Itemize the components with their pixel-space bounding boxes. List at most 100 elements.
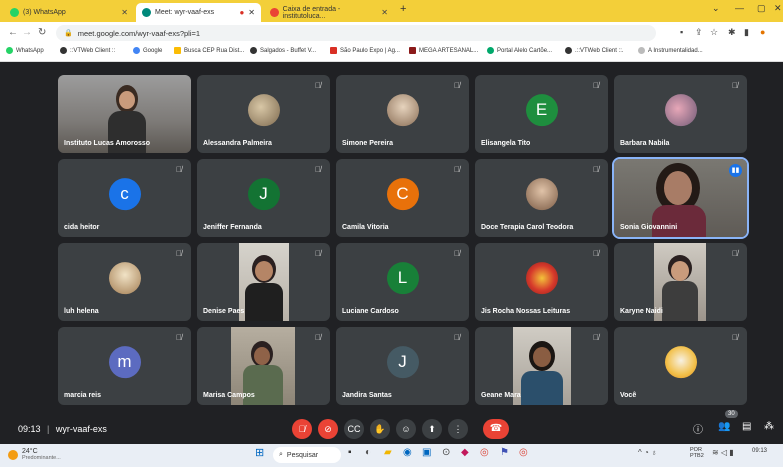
mic-off-icon: 🎙̸ [315,81,321,90]
recording-dot-icon: ● [239,8,245,17]
mic-off-icon: 🎙̸ [732,333,738,342]
avatar: L [386,262,419,295]
reload-icon[interactable]: ↻ [38,27,46,38]
minimize-icon[interactable]: — [735,3,744,13]
participant-tile[interactable]: Instituto Lucas Amorosso [58,75,191,153]
participant-tile[interactable]: 🎙̸ Karyne Naidi [614,243,747,321]
participant-tile[interactable]: 🎙̸ Barbara Nabila [614,75,747,153]
new-tab-button[interactable]: + [400,3,406,15]
tab-meet[interactable]: Meet: wyr-vaaf-exs ● ✕ [136,3,261,22]
participant-name: Geane Mara [481,392,521,399]
participant-tile[interactable]: 🎙̸ Simone Pereira [336,75,469,153]
extensions-icon[interactable]: ✱ [728,27,736,38]
network-volume-battery-icons[interactable]: ≋ ◁ ▮ [712,448,734,457]
chat-app-icon[interactable]: ◐ [365,447,371,458]
maximize-icon[interactable]: ▢ [757,3,766,14]
mcafee-icon[interactable]: ◆ [461,447,469,458]
mic-off-icon: 🎙̸ [315,165,321,174]
share-icon[interactable]: ⇪ [695,27,703,38]
bookmark-item[interactable]: A Instrumentalidad... [638,47,703,54]
star-icon[interactable]: ☆ [710,27,718,38]
url-field[interactable]: 🔒 meet.google.com/wyr-vaaf-exs?pli=1 [56,25,656,41]
profile-avatar-icon[interactable]: ● [760,27,765,37]
edge-icon[interactable]: ◉ [403,447,412,458]
participant-video [513,327,571,405]
speaking-indicator-icon: ▮▮ [729,164,742,177]
participant-tile[interactable]: 🎙̸ Alessandra Palmeira [197,75,330,153]
sidepanel-icon[interactable]: ▮ [744,27,749,38]
participant-tile[interactable]: 🎙̸ Geane Mara [475,327,608,405]
participant-tile[interactable]: J 🎙̸ Jandira Santas [336,327,469,405]
close-icon[interactable]: ✕ [381,8,388,17]
chrome-icon[interactable]: ◎ [480,447,489,458]
participant-tile[interactable]: 🎙̸ Denise Paes [197,243,330,321]
participant-tile[interactable]: m 🎙̸ marcia reis [58,327,191,405]
camera-toggle-button[interactable]: ⊘ [318,419,338,439]
search-icon: ⌕ [279,451,283,458]
participant-tile[interactable]: c 🎙̸ cida heitor [58,159,191,237]
close-window-icon[interactable]: ✕ [774,3,782,14]
store-icon[interactable]: ▣ [422,447,431,458]
chevron-down-icon[interactable]: ⌄ [712,3,720,14]
bookmark-item[interactable]: WhatsApp [6,47,44,54]
clock[interactable]: 09:13 [752,448,767,454]
tab-gmail[interactable]: Caixa de entrada - institutoluca... ✕ [264,3,394,22]
bookmark-item[interactable]: Busca CEP Rua Dist... [174,47,244,54]
taskbar-search[interactable]: ⌕ Pesquisar [273,447,341,463]
bookmark-item[interactable]: Portal Alelo Cartõe... [487,47,552,54]
participant-tile[interactable]: L 🎙̸ Luciane Cardoso [336,243,469,321]
camera-icon[interactable]: ▪ [680,27,683,37]
dell-icon[interactable]: ⊙ [442,447,450,458]
participant-tile[interactable]: 🎙̸ Doce Terapia Carol Teodora [475,159,608,237]
people-icon[interactable]: 👥 [718,421,730,432]
avatar: c [108,178,141,211]
end-call-button[interactable]: ☎ [483,419,509,439]
close-icon[interactable]: ✕ [121,8,128,17]
more-options-button[interactable]: ⋮ [448,419,468,439]
participant-tile[interactable]: C 🎙̸ Camila Vitoria [336,159,469,237]
mic-off-icon: 🎙̸ [732,249,738,258]
tab-whatsapp[interactable]: (3) WhatsApp ✕ [4,3,134,22]
expo-icon [330,47,337,54]
captions-button[interactable]: CC [344,419,364,439]
bookmark-item[interactable]: .::VTWeb Client ::. [565,47,624,54]
mic-off-icon: 🎙̸ [176,249,182,258]
weather-widget[interactable]: 24°C Predominante... [8,448,61,462]
bookmark-item[interactable]: Salgados - Buffet V... [250,47,316,54]
participant-name: Jeniffer Fernanda [203,224,262,231]
meeting-code: wyr-vaaf-exs [55,424,107,434]
bookmark-label: ::VTWeb Client :: [70,47,116,54]
chrome-profile-icon[interactable]: ◎ [519,447,528,458]
participant-tile[interactable]: 🎙̸ Marisa Campos [197,327,330,405]
participant-tile[interactable]: 🎙̸ luh helena [58,243,191,321]
bookmark-item[interactable]: São Paulo Expo | Ag... [330,47,400,54]
bookmark-item[interactable]: Google [133,47,162,54]
bookmark-item[interactable]: MEGA ARTESANAL... [409,47,478,54]
participant-tile[interactable]: J 🎙̸ Jeniffer Fernanda [197,159,330,237]
participant-tile[interactable]: E 🎙̸ Elisangela Tito [475,75,608,153]
bookmark-label: Portal Alelo Cartõe... [497,47,553,54]
bookmark-item[interactable]: ::VTWeb Client :: [60,47,115,54]
task-view-icon[interactable]: ▪ [348,447,352,458]
windows-start-icon[interactable]: ⊞ [255,446,264,459]
meeting-info: 09:13 | wyr-vaaf-exs [18,424,107,434]
participant-tile[interactable]: 🎙̸ Você [614,327,747,405]
participant-count-badge: 30 [725,410,738,418]
info-icon[interactable]: ⓘ [693,421,703,436]
participant-tile[interactable]: 🎙̸ Jis Rocha Nossas Leituras [475,243,608,321]
activities-icon[interactable]: ⁂ [764,421,774,432]
back-icon[interactable]: ← [8,27,18,38]
present-button[interactable]: ⬆ [422,419,442,439]
raise-hand-button[interactable]: ✋ [370,419,390,439]
mic-toggle-button[interactable]: 🎙̸ [292,419,312,439]
chat-icon[interactable]: ▤ [742,421,751,432]
tray-icons[interactable]: ^ ◔ ♁ [638,448,657,457]
app-icon[interactable]: ⚑ [500,447,509,458]
forward-icon[interactable]: → [22,27,32,38]
globe-icon [60,47,67,54]
emoji-button[interactable]: ☺ [396,419,416,439]
participant-tile[interactable]: ▮▮ Sonia Giovannini [612,157,749,239]
close-icon[interactable]: ✕ [248,8,255,17]
file-explorer-icon[interactable]: ▰ [384,447,392,458]
language-indicator[interactable]: POR PTB2 [690,447,704,459]
